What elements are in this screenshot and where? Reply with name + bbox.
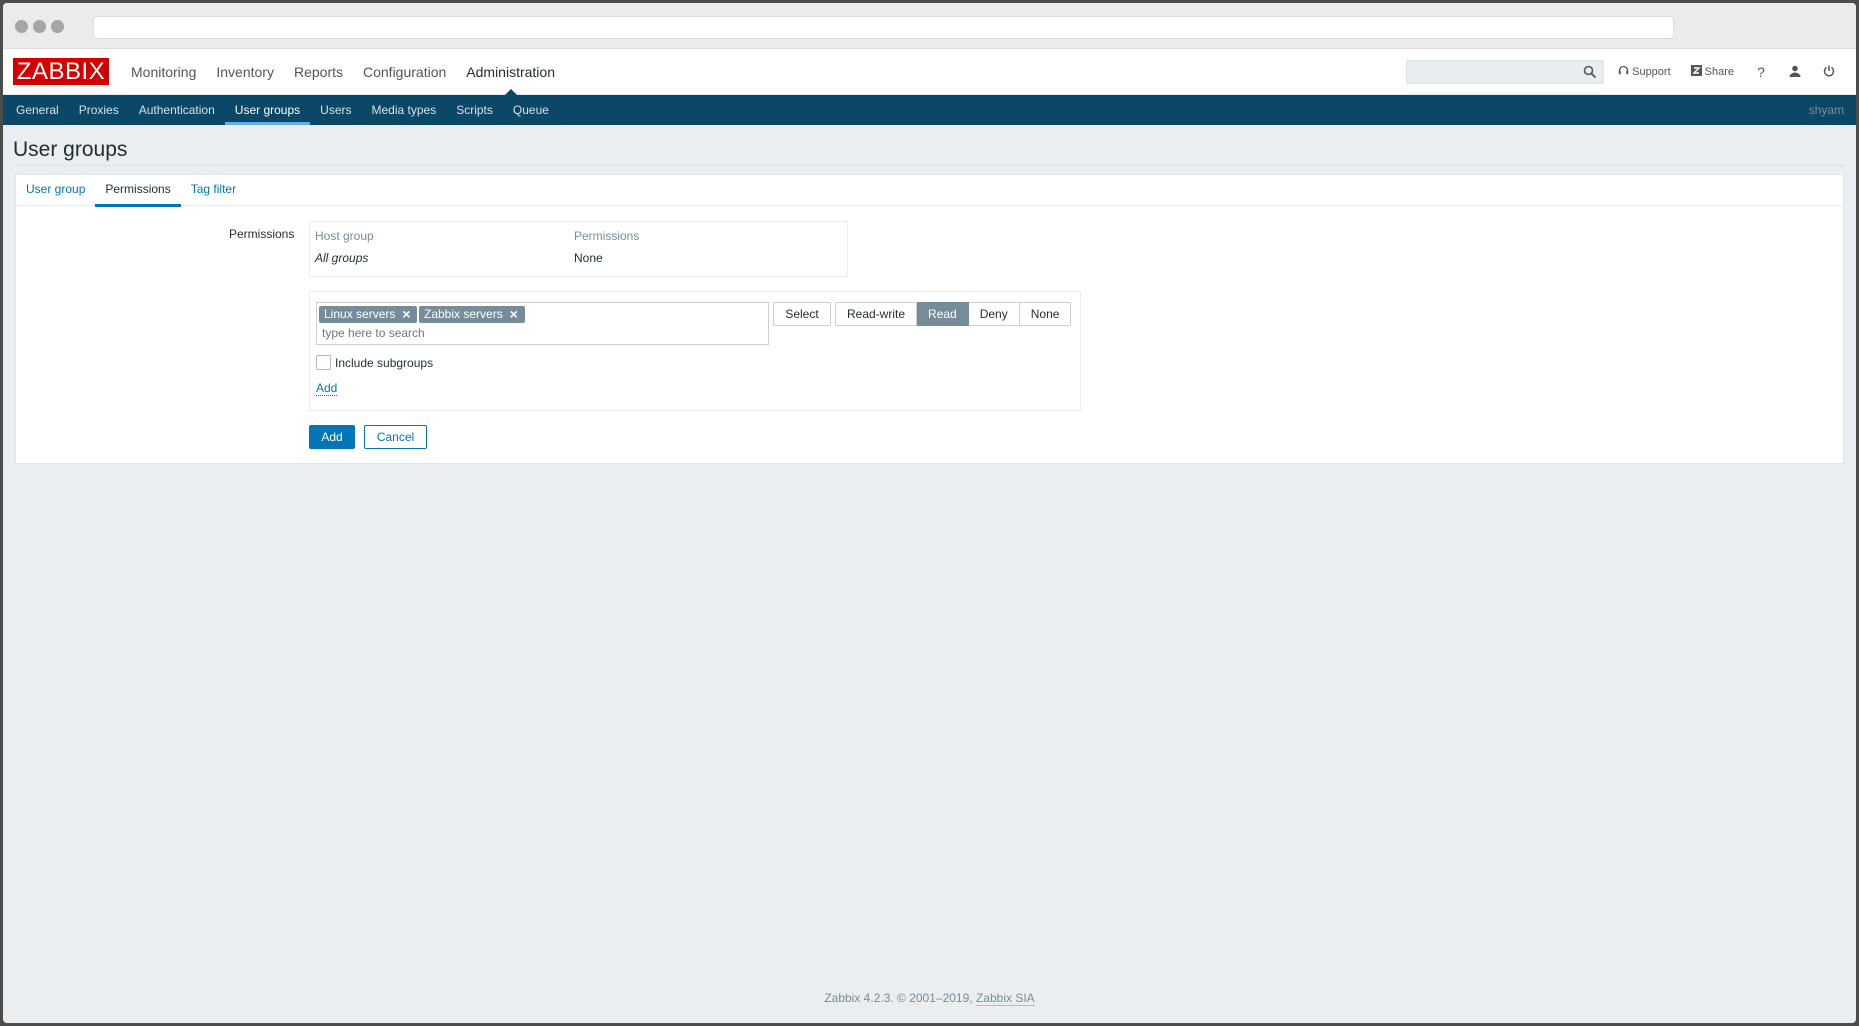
current-user: shyam — [1808, 103, 1844, 117]
tab-user-group[interactable]: User group — [16, 175, 95, 205]
submenu-authentication[interactable]: Authentication — [129, 95, 225, 125]
add-button[interactable]: Add — [309, 425, 355, 449]
permissions-table: Host group Permissions All groups None — [309, 221, 848, 277]
col-host-group: Host group — [315, 229, 374, 243]
user-group-form-panel: User group Permissions Tag filter Permis… — [15, 174, 1844, 464]
permission-toggle: Read-write Read Deny None — [835, 302, 1072, 326]
support-label: Support — [1632, 66, 1671, 78]
perm-none[interactable]: None — [1019, 302, 1072, 326]
add-permission-link[interactable]: Add — [316, 382, 338, 396]
window-close-dot[interactable] — [15, 20, 28, 33]
footer-link[interactable]: Zabbix SIA — [975, 991, 1035, 1006]
perm-read[interactable]: Read — [917, 302, 969, 326]
include-subgroups-checkbox[interactable] — [316, 355, 331, 370]
submenu-users[interactable]: Users — [310, 95, 361, 125]
share-link[interactable]: Share — [1690, 65, 1734, 79]
top-header: ZABBIX Monitoring Inventory Reports Conf… — [3, 49, 1856, 95]
global-search-input[interactable] — [1406, 60, 1605, 84]
col-permissions: Permissions — [574, 229, 640, 243]
menu-monitoring[interactable]: Monitoring — [121, 49, 206, 95]
window-minimize-dot[interactable] — [33, 20, 46, 33]
group-search-input[interactable] — [322, 326, 722, 340]
menu-inventory[interactable]: Inventory — [206, 49, 284, 95]
zabbix-logo[interactable]: ZABBIX — [13, 58, 109, 85]
remove-chip-icon[interactable]: × — [507, 306, 521, 323]
submenu-user-groups[interactable]: User groups — [224, 95, 311, 125]
chip-label: Linux servers — [324, 307, 396, 321]
window-maximize-dot[interactable] — [51, 20, 64, 33]
tab-tag-filter[interactable]: Tag filter — [181, 175, 246, 205]
include-subgroups-label[interactable]: Include subgroups — [335, 356, 433, 370]
menu-configuration[interactable]: Configuration — [353, 49, 456, 95]
search-icon[interactable] — [1583, 65, 1597, 79]
browser-chrome — [3, 3, 1856, 49]
submenu-media-types[interactable]: Media types — [362, 95, 447, 125]
cancel-button[interactable]: Cancel — [364, 425, 427, 449]
menu-reports[interactable]: Reports — [284, 49, 353, 95]
sub-menu: General Proxies Authentication User grou… — [3, 95, 1856, 125]
submenu-queue[interactable]: Queue — [503, 95, 559, 125]
share-label: Share — [1704, 66, 1734, 78]
select-button[interactable]: Select — [773, 302, 831, 326]
support-link[interactable]: Support — [1618, 65, 1671, 79]
form-tabs: User group Permissions Tag filter — [16, 175, 1843, 207]
perm-deny[interactable]: Deny — [968, 302, 1020, 326]
submenu-scripts[interactable]: Scripts — [446, 95, 503, 125]
add-permission-box: Linux servers × Zabbix servers × Select … — [309, 291, 1081, 411]
host-group-multiselect[interactable]: Linux servers × Zabbix servers × — [316, 302, 769, 345]
permissions-label: Permissions — [229, 227, 295, 241]
browser-window: ZABBIX Monitoring Inventory Reports Conf… — [3, 3, 1856, 1023]
chip-label: Zabbix servers — [424, 307, 503, 321]
perm-read-write[interactable]: Read-write — [835, 302, 918, 326]
user-profile-icon[interactable] — [1788, 64, 1802, 80]
include-subgroups-row: Include subgroups — [316, 355, 433, 370]
submenu-proxies[interactable]: Proxies — [69, 95, 129, 125]
help-icon[interactable]: ? — [1754, 64, 1768, 80]
row-host-group: All groups — [315, 251, 369, 265]
tab-permissions[interactable]: Permissions — [95, 175, 182, 207]
title-divider — [15, 165, 1844, 166]
selected-group-chip: Linux servers × — [319, 306, 418, 323]
submenu-general[interactable]: General — [6, 95, 69, 125]
main-menu: Monitoring Inventory Reports Configurati… — [121, 49, 565, 95]
address-bar[interactable] — [93, 16, 1674, 39]
headset-icon — [1618, 65, 1629, 79]
header-tools: Support Share ? — [1406, 49, 1856, 95]
remove-chip-icon[interactable]: × — [399, 306, 413, 323]
footer: Zabbix 4.2.3. © 2001–2019, Zabbix SIA — [3, 991, 1856, 1006]
footer-copyright: Zabbix 4.2.3. © 2001–2019, — [824, 991, 973, 1005]
share-z-icon — [1690, 65, 1702, 79]
page-title: User groups — [13, 138, 128, 161]
menu-administration[interactable]: Administration — [456, 49, 565, 95]
row-permission: None — [574, 251, 603, 265]
selected-group-chip: Zabbix servers × — [419, 306, 525, 323]
power-icon[interactable] — [1822, 64, 1836, 80]
